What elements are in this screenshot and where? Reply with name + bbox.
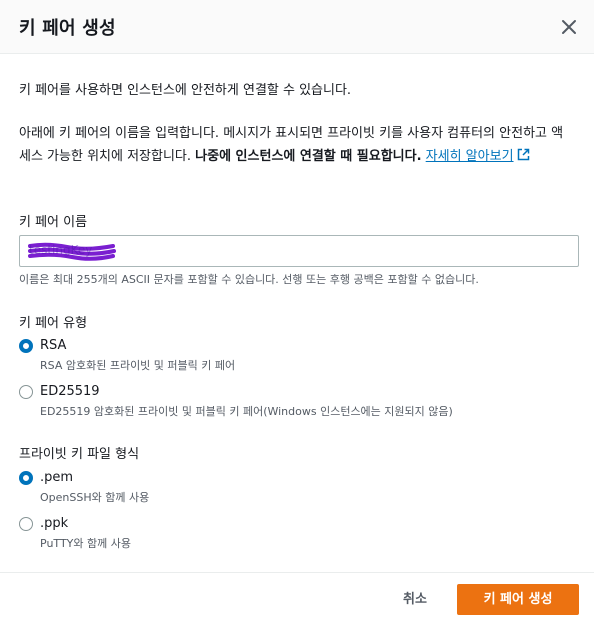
key-name-value: testingKey bbox=[29, 243, 93, 257]
description-text: 아래에 키 페어의 이름을 입력합니다. 메시지가 표시되면 프라이빗 키를 사… bbox=[19, 122, 574, 168]
option-rsa-desc: RSA 암호화된 프라이빗 및 퍼블릭 키 페어 bbox=[40, 359, 236, 372]
cancel-button[interactable]: 취소 bbox=[392, 585, 438, 615]
close-icon bbox=[562, 20, 576, 34]
close-button[interactable] bbox=[558, 16, 580, 38]
radio-rsa[interactable] bbox=[19, 339, 33, 353]
radio-ppk[interactable] bbox=[19, 517, 33, 531]
learn-more-label: 자세히 알아보기 bbox=[425, 149, 514, 164]
radio-ed25519[interactable] bbox=[19, 385, 33, 399]
option-pem-label: .pem bbox=[40, 470, 74, 485]
option-ed25519-label: ED25519 bbox=[40, 384, 100, 399]
description-bold: 나중에 인스턴스에 연결할 때 필요합니다. bbox=[195, 149, 422, 164]
learn-more-link[interactable]: 자세히 알아보기 bbox=[425, 148, 530, 164]
file-format-label: 프라이빗 키 파일 형식 bbox=[19, 447, 140, 462]
key-name-hint: 이름은 최대 255개의 ASCII 문자를 포함할 수 있습니다. 선행 또는… bbox=[19, 273, 479, 286]
option-pem-desc: OpenSSH와 함께 사용 bbox=[40, 491, 150, 504]
radio-pem[interactable] bbox=[19, 471, 33, 485]
create-key-pair-button[interactable]: 키 페어 생성 bbox=[457, 584, 579, 615]
key-name-input[interactable]: testingKey bbox=[19, 235, 579, 267]
external-link-icon bbox=[517, 148, 529, 161]
option-ppk-desc: PuTTY와 함께 사용 bbox=[40, 537, 131, 550]
dialog-header: 키 페어 생성 bbox=[0, 0, 594, 54]
option-ed25519-desc: ED25519 암호화된 프라이빗 및 퍼블릭 키 페어(Windows 인스턴… bbox=[40, 405, 453, 418]
option-ppk-label: .ppk bbox=[40, 516, 69, 531]
key-name-label: 키 페어 이름 bbox=[19, 215, 88, 230]
key-type-label: 키 페어 유형 bbox=[19, 316, 88, 331]
dialog-title: 키 페어 생성 bbox=[19, 18, 116, 39]
option-rsa-label: RSA bbox=[40, 338, 67, 353]
intro-text: 키 페어를 사용하면 인스턴스에 안전하게 연결할 수 있습니다. bbox=[19, 83, 352, 98]
footer-divider bbox=[0, 572, 594, 573]
